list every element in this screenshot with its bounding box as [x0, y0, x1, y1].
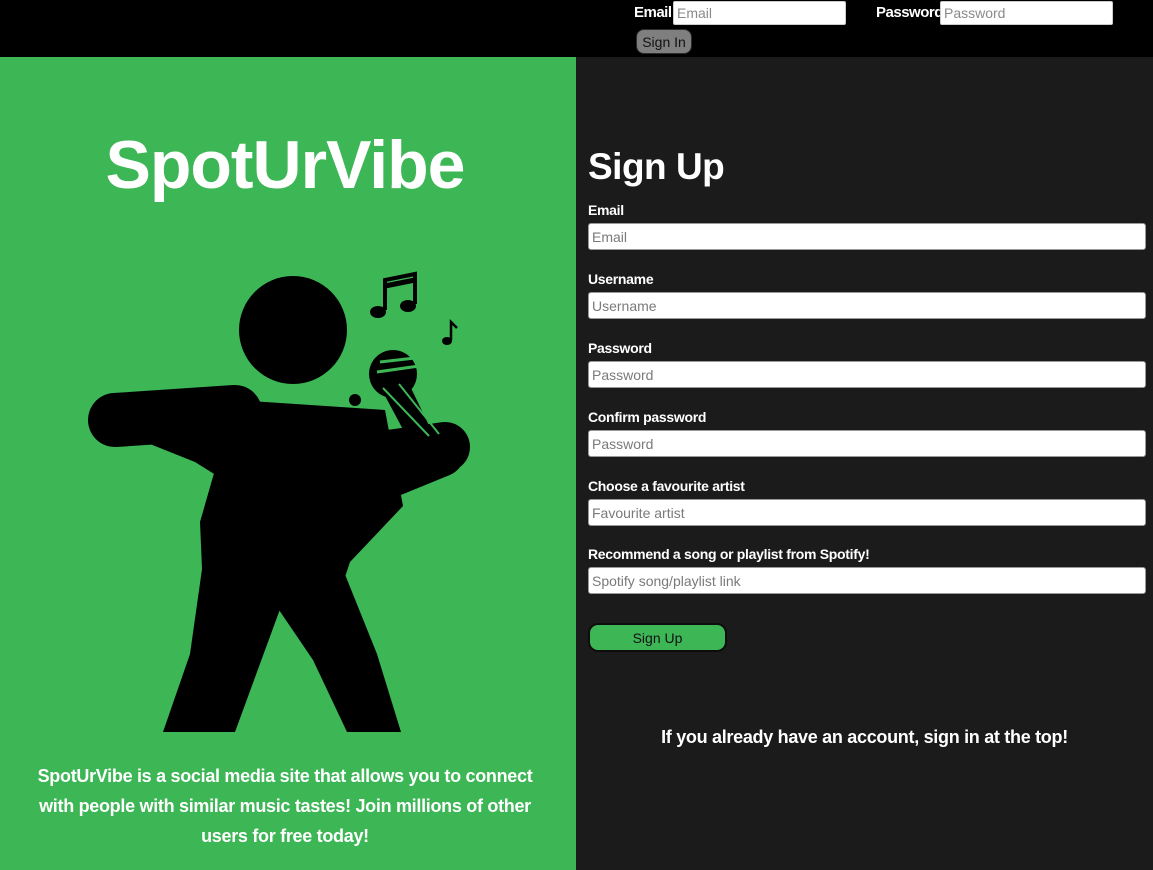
username-field[interactable]: [588, 292, 1146, 319]
signin-password-input[interactable]: [940, 1, 1113, 25]
email-label: Email: [588, 202, 624, 218]
username-label: Username: [588, 271, 654, 287]
top-bar: Email Password Sign In: [0, 0, 1153, 57]
singer-with-microphone-icon: [88, 271, 470, 732]
spotify-link-field[interactable]: [588, 567, 1146, 594]
signin-email-label: Email: [634, 4, 672, 21]
signin-email-input[interactable]: [673, 1, 846, 25]
password-label: Password: [588, 340, 652, 356]
signup-panel: Sign Up Email Username Password Confirm …: [576, 57, 1153, 870]
favourite-artist-field[interactable]: [588, 499, 1146, 526]
confirm-password-label: Confirm password: [588, 409, 707, 425]
brand-title: SpotUrVibe: [105, 127, 465, 203]
sign-up-button[interactable]: Sign Up: [588, 623, 727, 652]
signin-password-label: Password: [876, 4, 943, 21]
signup-title: Sign Up: [588, 146, 725, 187]
favourite-artist-label: Choose a favourite artist: [588, 478, 745, 494]
signin-hint: If you already have an account, sign in …: [661, 727, 1068, 747]
tagline: SpotUrVibe is a social media site that a…: [37, 766, 533, 846]
sign-in-button[interactable]: Sign In: [636, 29, 692, 54]
spotify-link-label: Recommend a song or playlist from Spotif…: [588, 546, 870, 562]
intro-panel: SpotUrVibe SpotUrVibe is a social media …: [0, 57, 576, 870]
confirm-password-field[interactable]: [588, 430, 1146, 457]
password-field[interactable]: [588, 361, 1146, 388]
email-field[interactable]: [588, 223, 1146, 250]
